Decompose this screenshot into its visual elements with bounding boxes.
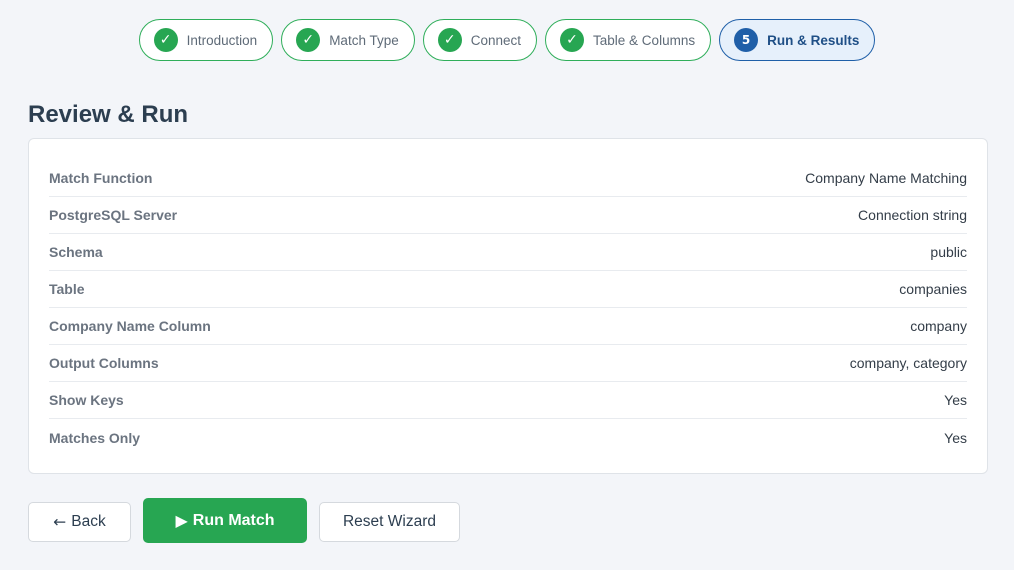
step-table-columns[interactable]: ✓ Table & Columns [545, 19, 712, 61]
summary-label: Output Columns [49, 355, 159, 371]
step-run-results[interactable]: 5 Run & Results [719, 19, 876, 61]
summary-value: Yes [944, 429, 967, 446]
step-label: Table & Columns [593, 32, 696, 48]
check-icon: ✓ [560, 28, 585, 52]
back-button[interactable]: ← Back [28, 502, 131, 542]
summary-value: Yes [944, 392, 967, 408]
summary-row: PostgreSQL Server Connection string [49, 197, 967, 234]
step-label: Connect [470, 32, 522, 48]
summary-value: Connection string [858, 207, 967, 223]
run-match-label: Run Match [192, 511, 275, 529]
step-connect[interactable]: ✓ Connect [422, 19, 538, 61]
summary-label: Match Function [49, 170, 153, 186]
summary-row: Output Columns company, category [49, 345, 967, 382]
summary-row: Table companies [49, 271, 967, 308]
summary-value: public [930, 244, 967, 260]
wizard-actions: ← Back ▶ Run Match Reset Wizard [28, 498, 460, 543]
summary-label: Company Name Column [49, 318, 211, 334]
summary-row: Matches Only Yes [49, 419, 967, 456]
summary-row: Show Keys Yes [49, 382, 967, 419]
summary-label: Show Keys [49, 392, 124, 408]
check-icon: ✓ [296, 28, 321, 52]
summary-label: Table [49, 281, 85, 297]
step-number-badge: 5 [734, 28, 759, 52]
arrow-left-icon: ← [53, 513, 67, 531]
reset-wizard-label: Reset Wizard [342, 513, 437, 530]
step-label: Introduction [186, 32, 258, 48]
summary-row: Schema public [49, 234, 967, 271]
check-icon: ✓ [153, 28, 178, 52]
page-title: Review & Run [28, 101, 189, 128]
step-match-type[interactable]: ✓ Match Type [281, 19, 415, 61]
wizard-stepper: ✓ Introduction ✓ Match Type ✓ Connect ✓ … [0, 19, 1014, 61]
play-icon: ▶ [175, 511, 188, 530]
summary-value: companies [899, 281, 967, 297]
summary-label: Schema [49, 244, 103, 260]
summary-value: company [910, 318, 967, 334]
check-icon: ✓ [437, 28, 462, 52]
step-label: Run & Results [767, 32, 860, 48]
summary-value: company, category [849, 355, 967, 371]
review-summary-card: Match Function Company Name Matching Pos… [28, 138, 988, 474]
back-button-label: Back [71, 513, 106, 530]
step-label: Match Type [329, 32, 399, 48]
summary-row: Company Name Column company [49, 308, 967, 345]
summary-label: Matches Only [49, 429, 141, 446]
summary-label: PostgreSQL Server [49, 207, 178, 223]
step-introduction[interactable]: ✓ Introduction [138, 19, 274, 61]
summary-value: Company Name Matching [805, 170, 967, 186]
run-match-button[interactable]: ▶ Run Match [143, 498, 307, 543]
reset-wizard-button[interactable]: Reset Wizard [319, 502, 460, 542]
summary-row: Match Function Company Name Matching [49, 160, 967, 197]
